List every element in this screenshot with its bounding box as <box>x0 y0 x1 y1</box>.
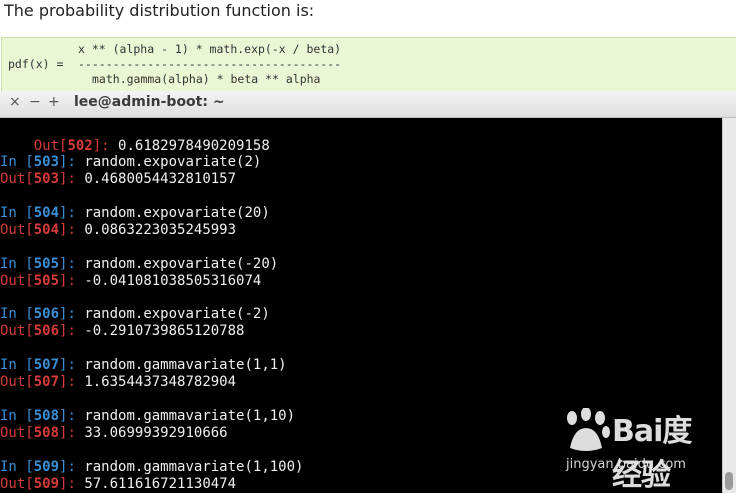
out-prompt: Out[508]: <box>0 425 85 441</box>
in-line: In [505]: random.expovariate(-20) <box>0 256 278 273</box>
out-line: Out[503]: 0.4680054432810157 <box>0 171 236 188</box>
terminal-scrollbar[interactable] <box>722 118 736 493</box>
watermark-brand: Bai度经验 <box>612 414 692 493</box>
out-line: Out[505]: -0.041081038505316074 <box>0 273 261 290</box>
code-label: pdf(x) = <box>8 57 64 71</box>
in-command: random.gammavariate(1,100) <box>84 458 304 475</box>
out-prompt: Out[506]: <box>0 323 85 340</box>
baidu-watermark: Bai度经验 jingyan.baidu.com <box>560 406 720 493</box>
in-command: random.expovariate(20) <box>84 204 270 221</box>
in-command: random.gammavariate(1,10) <box>84 408 296 424</box>
maximize-icon[interactable]: + <box>48 94 60 110</box>
intro-text: The probability distribution function is… <box>4 1 315 20</box>
in-prompt: In [507]: <box>0 357 85 374</box>
out-prompt: Out[502]: <box>33 138 119 154</box>
out-value: 0.6182978490209158 <box>118 138 270 154</box>
in-line: In [503]: random.expovariate(2) <box>0 154 261 171</box>
in-prompt: In [503]: <box>0 154 85 170</box>
out-line: Out[509]: 57.611616721130474 <box>0 476 236 493</box>
close-icon[interactable]: × <box>9 94 21 110</box>
out-value: -0.2910739865120788 <box>84 323 245 340</box>
in-prompt: In [508]: <box>0 408 85 424</box>
out-value: 0.0863223035245993 <box>84 221 237 238</box>
code-block: x ** (alpha - 1) * math.exp(-x / beta) p… <box>1 37 736 91</box>
in-command: random.expovariate(-20) <box>84 255 279 272</box>
out-line: Out[507]: 1.6354437348782904 <box>0 374 236 391</box>
out-prompt: Out[505]: <box>0 272 85 289</box>
in-command: random.gammavariate(1,1) <box>84 357 287 374</box>
out-value: 1.6354437348782904 <box>84 374 237 391</box>
in-line: In [504]: random.expovariate(20) <box>0 205 270 222</box>
out-prompt: Out[507]: <box>0 374 85 391</box>
in-line: In [508]: random.gammavariate(1,10) <box>0 408 295 425</box>
in-command: random.expovariate(2) <box>84 154 262 170</box>
window-title: lee@admin-boot: ~ <box>74 94 225 110</box>
in-prompt: In [509]: <box>0 458 85 475</box>
in-prompt: In [504]: <box>0 204 85 221</box>
out-prompt: Out[503]: <box>0 171 85 187</box>
minimize-icon[interactable]: − <box>29 94 41 110</box>
out-line: Out[504]: 0.0863223035245993 <box>0 222 236 239</box>
in-line: In [509]: random.gammavariate(1,100) <box>0 459 303 476</box>
out-value: 57.611616721130474 <box>84 475 237 492</box>
in-command: random.expovariate(-2) <box>84 306 270 323</box>
watermark-url: jingyan.baidu.com <box>566 457 686 472</box>
out-prompt: Out[504]: <box>0 221 85 238</box>
out-value: 33.06999392910666 <box>84 425 228 441</box>
out-prompt: Out[509]: <box>0 475 85 492</box>
scrollbar-thumb[interactable] <box>725 472 733 490</box>
paw-logo-icon <box>567 408 610 451</box>
in-line: In [507]: random.gammavariate(1,1) <box>0 357 287 374</box>
in-line: In [506]: random.expovariate(-2) <box>0 306 270 323</box>
terminal-titlebar: × − + lee@admin-boot: ~ <box>0 91 736 118</box>
out-line: Out[508]: 33.06999392910666 <box>0 425 228 442</box>
in-prompt: In [505]: <box>0 255 85 272</box>
out-value: 0.4680054432810157 <box>84 171 237 187</box>
in-prompt: In [506]: <box>0 306 85 323</box>
out-value: -0.041081038505316074 <box>84 272 262 289</box>
code-divider: -------------------------------------- <box>78 57 342 71</box>
code-denominator: math.gamma(alpha) * beta ** alpha <box>92 72 321 86</box>
out-line: Out[506]: -0.2910739865120788 <box>0 323 244 340</box>
code-numerator: x ** (alpha - 1) * math.exp(-x / beta) <box>78 42 342 56</box>
